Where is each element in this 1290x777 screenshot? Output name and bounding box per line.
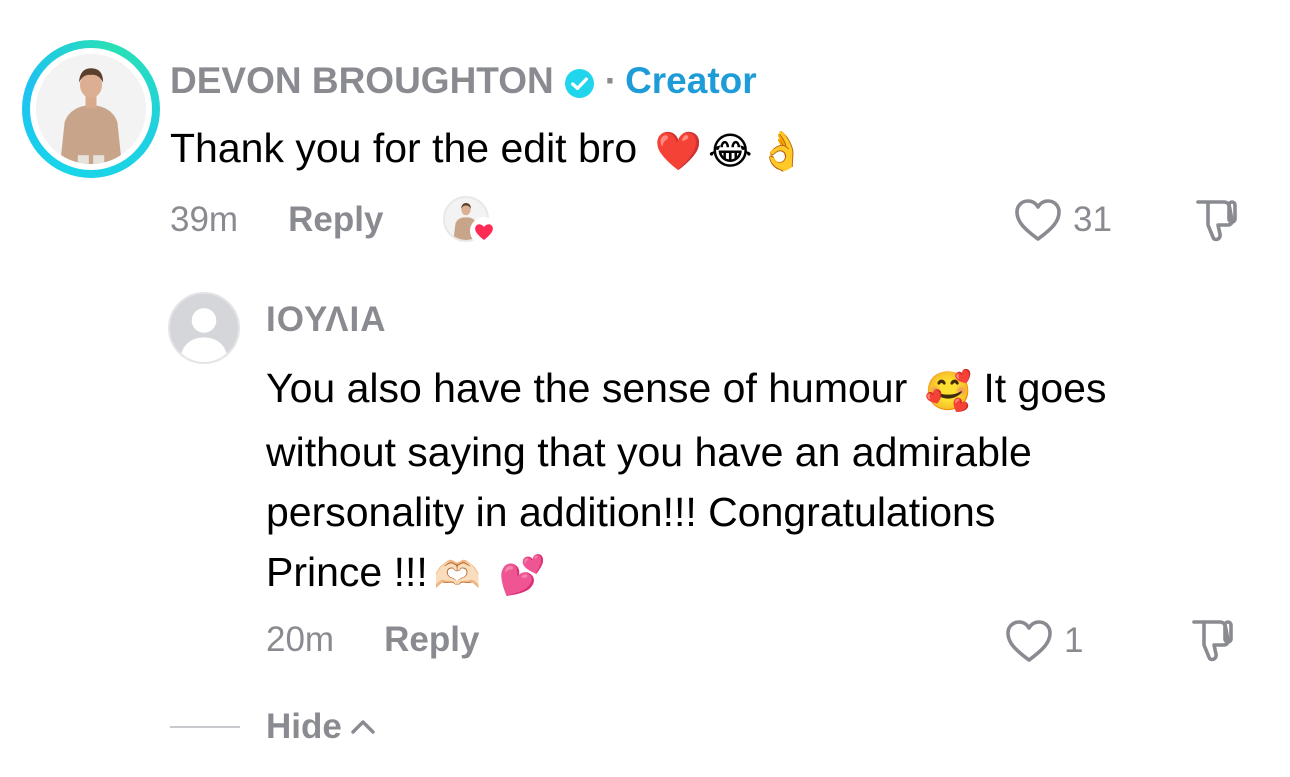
separator-dot: · (604, 60, 618, 101)
reply-time: 20m (266, 620, 335, 659)
reply-line-1-tail: It goes (983, 365, 1107, 411)
reply-like-button[interactable]: 1 (1004, 615, 1083, 667)
heart-outline-icon (1015, 199, 1061, 241)
hide-label: Hide (266, 707, 342, 746)
laughing-emoji: 😂 (707, 131, 753, 173)
heart-outline-icon (1006, 620, 1052, 662)
dislike-button[interactable] (1190, 194, 1242, 246)
reply-user-avatar[interactable] (168, 292, 240, 364)
creator-avatar[interactable] (22, 40, 160, 178)
like-count: 31 (1073, 200, 1112, 239)
reply-like-count: 1 (1064, 621, 1084, 660)
reply-line-4-text: Prince !!! (266, 549, 428, 595)
comment-body: Thank you for the edit bro (170, 125, 638, 171)
comment-time: 39m (170, 200, 239, 239)
verified-badge-icon (564, 66, 595, 98)
thumbs-down-icon (1196, 200, 1237, 242)
default-avatar-icon (170, 294, 238, 362)
reply-line-4: Prince !!! 🫶🏻 💕 (266, 542, 1256, 606)
creator-username[interactable]: DEVON BROUGHTON (170, 60, 554, 102)
heart-hands-emoji: 🫶🏻 (433, 555, 482, 597)
chevron-up-icon (351, 720, 375, 734)
heart-emoji: ❤️ (654, 131, 702, 173)
reply-line-1: You also have the sense of humour 🥰 It g… (266, 358, 1256, 422)
smiling-hearts-emoji: 🥰 (924, 371, 972, 413)
heart-badge-icon (470, 217, 498, 245)
avatar-photo (36, 54, 146, 164)
like-button[interactable]: 31 (1013, 194, 1112, 246)
hide-replies-button[interactable]: Hide (266, 705, 376, 749)
comment-meta: 39m Reply (170, 196, 383, 244)
two-hearts-emoji: 💕 (498, 555, 546, 597)
ok-hand-emoji: 👌 (758, 131, 806, 173)
reply-dislike-button[interactable] (1186, 614, 1238, 666)
reply-line-2: without saying that you have an admirabl… (266, 429, 1032, 475)
reply-line-3: personality in addition!!! Congratulatio… (266, 489, 996, 535)
thumbs-down-icon (1192, 620, 1233, 662)
reply-username[interactable]: ΙΟΥΛΙΑ (266, 298, 387, 342)
creator-tag: Creator (625, 60, 757, 101)
reply-meta: 20m Reply (266, 616, 479, 664)
comment-header: DEVON BROUGHTON · Creator (170, 58, 757, 104)
reply-button[interactable]: Reply (384, 620, 479, 660)
reply-line-1-text: You also have the sense of humour (266, 365, 908, 411)
reply-button[interactable]: Reply (288, 200, 383, 240)
reply-text: You also have the sense of humour 🥰 It g… (266, 358, 1256, 606)
comment-text: Thank you for the edit bro ❤️ 😂 👌 (170, 120, 806, 180)
hide-divider (170, 726, 240, 728)
liked-by-creator-indicator (443, 196, 498, 246)
